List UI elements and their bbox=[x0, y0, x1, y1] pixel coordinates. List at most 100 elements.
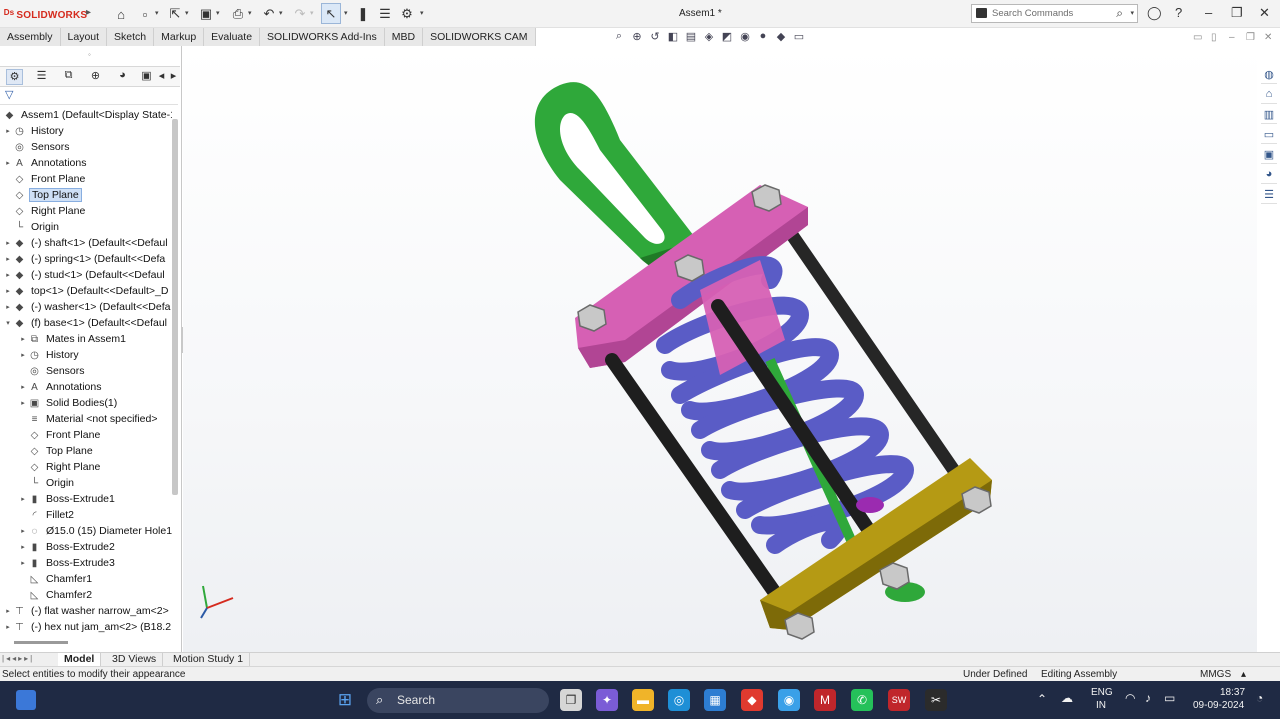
status-units[interactable]: MMGS bbox=[1200, 669, 1231, 680]
tree-item[interactable]: ◇ Top Plane bbox=[3, 187, 82, 203]
dynamic-annotation-icon[interactable]: ▤ bbox=[684, 30, 698, 43]
tree-item[interactable]: ▸ ▮ Boss-Extrude1 bbox=[18, 491, 117, 507]
hide-show-icon[interactable]: ◉ bbox=[738, 30, 752, 43]
start-icon[interactable]: ⊞ bbox=[334, 689, 356, 711]
tree-item[interactable]: ▸ ◆ (-) washer<1> (Default<<Defa bbox=[3, 299, 172, 315]
tree-root[interactable]: ◆ Assem1 (Default<Display State-1 bbox=[3, 107, 172, 123]
home-pane-icon[interactable]: ⌂ bbox=[1261, 88, 1277, 104]
tab-layout[interactable]: Layout bbox=[60, 28, 108, 46]
expand-arrow-icon[interactable]: ▸ bbox=[18, 383, 28, 391]
snipping-tool-icon[interactable]: ✂ bbox=[925, 689, 947, 711]
redo-dropdown-icon[interactable]: ▾ bbox=[310, 9, 314, 17]
custom-properties-icon[interactable]: ☰ bbox=[1261, 188, 1277, 204]
tree-item[interactable]: ▸ ⧉ Mates in Assem1 bbox=[18, 331, 128, 347]
tree-item[interactable]: ▸ ⊤ (-) hex nut jam_am<2> (B18.2. bbox=[3, 619, 172, 633]
doc-minimize-icon[interactable]: ▭ bbox=[1193, 32, 1202, 43]
minimize-icon[interactable]: – bbox=[1205, 5, 1212, 20]
panel-splitter[interactable]: ◦ bbox=[88, 50, 91, 59]
whatsapp-icon[interactable]: ✆ bbox=[851, 689, 873, 711]
expand-arrow-icon[interactable]: ▸ bbox=[3, 159, 13, 167]
mcafee-icon[interactable]: M bbox=[814, 689, 836, 711]
tab-model[interactable]: Model bbox=[58, 653, 102, 667]
feature-manager-tab-icon[interactable]: ⚙ bbox=[6, 69, 23, 85]
tree-item[interactable]: ◇ Front Plane bbox=[18, 427, 102, 443]
tree-item[interactable]: ▸ ▣ Solid Bodies(1) bbox=[18, 395, 119, 411]
resources-icon[interactable]: ◍ bbox=[1261, 68, 1277, 84]
zoom-to-fit-icon[interactable]: ⌕ bbox=[612, 30, 626, 43]
home-icon[interactable]: ⌂ bbox=[112, 5, 130, 23]
expand-arrow-icon[interactable]: ▸ bbox=[3, 255, 13, 263]
tree-item[interactable]: ▸ ◆ (-) spring<1> (Default<<Defa bbox=[3, 251, 167, 267]
copilot-icon[interactable]: ✦ bbox=[596, 689, 618, 711]
file-explorer-icon[interactable]: ▬ bbox=[632, 689, 654, 711]
tab-assembly[interactable]: Assembly bbox=[0, 28, 61, 46]
tree-item[interactable]: ▸ ◆ (-) stud<1> (Default<<Defaul bbox=[3, 267, 167, 283]
filter-icon[interactable]: ▽ bbox=[5, 88, 13, 101]
tab-cam[interactable]: SOLIDWORKS CAM bbox=[423, 28, 536, 46]
view-orientation-icon[interactable]: ◈ bbox=[702, 30, 716, 43]
design-library-icon[interactable]: ▥ bbox=[1261, 108, 1277, 124]
undo-dropdown-icon[interactable]: ▾ bbox=[279, 9, 283, 17]
tab-evaluate[interactable]: Evaluate bbox=[204, 28, 261, 46]
tree-item[interactable]: ◇ Top Plane bbox=[18, 443, 95, 459]
open-icon[interactable]: ⇱ bbox=[166, 5, 184, 23]
tree-vertical-scrollbar[interactable] bbox=[172, 119, 178, 495]
redo-icon[interactable]: ↷ bbox=[291, 5, 309, 23]
solidworks-logo[interactable]: ᴰˢ SOLIDWORKS bbox=[4, 7, 87, 21]
taskbar-search[interactable]: ⌕ Search bbox=[367, 688, 549, 713]
property-manager-tab-icon[interactable]: ☰ bbox=[33, 69, 50, 85]
tree-item[interactable]: └ Origin bbox=[3, 219, 61, 235]
doc-restore-icon[interactable]: ❐ bbox=[1246, 32, 1255, 43]
expand-arrow-icon[interactable]: ▸ bbox=[18, 559, 28, 567]
user-account-icon[interactable]: ◯ bbox=[1147, 5, 1162, 21]
new-document-icon[interactable]: ▫ bbox=[136, 5, 154, 23]
tree-item[interactable]: ▸ ◆ top<1> (Default<<Default>_D bbox=[3, 283, 170, 299]
options-gear-icon[interactable]: ⚙ bbox=[398, 5, 416, 23]
expand-arrow-icon[interactable]: ▾ bbox=[3, 319, 13, 327]
solidworks-taskbar-icon[interactable]: SW bbox=[888, 689, 910, 711]
select-dropdown-icon[interactable]: ▾ bbox=[344, 9, 348, 17]
save-icon[interactable]: ▣ bbox=[197, 5, 215, 23]
tree-horizontal-scrollbar[interactable] bbox=[14, 641, 68, 644]
tree-item[interactable]: ◇ Front Plane bbox=[3, 171, 87, 187]
tab-addins[interactable]: SOLIDWORKS Add-Ins bbox=[260, 28, 385, 46]
tree-item[interactable]: ▸ ⊤ (-) flat washer narrow_am<2> bbox=[3, 603, 171, 619]
doc-tile-icon[interactable]: ▯ bbox=[1211, 32, 1217, 43]
expand-arrow-icon[interactable]: ▸ bbox=[18, 335, 28, 343]
open-dropdown-icon[interactable]: ▾ bbox=[185, 9, 189, 17]
store-icon[interactable]: ▦ bbox=[704, 689, 726, 711]
tree-item[interactable]: ◺ Chamfer2 bbox=[18, 587, 94, 603]
clock-date[interactable]: 09-09-2024 bbox=[1193, 700, 1244, 711]
expand-arrow-icon[interactable]: ▸ bbox=[3, 127, 13, 135]
view-palette-icon[interactable]: ▣ bbox=[1261, 148, 1277, 164]
tab-3d-views[interactable]: 3D Views bbox=[106, 653, 164, 667]
tree-item[interactable]: ▸ ◷ History bbox=[3, 123, 66, 139]
restore-icon[interactable]: ❐ bbox=[1231, 5, 1243, 21]
close-icon[interactable]: ✕ bbox=[1259, 5, 1270, 21]
search-icon[interactable]: ⌕ bbox=[1116, 6, 1123, 21]
new-dropdown-icon[interactable]: ▾ bbox=[155, 9, 159, 17]
tree-item[interactable]: ▸ ◌ Ø15.0 (15) Diameter Hole1 bbox=[18, 523, 172, 539]
expand-arrow-icon[interactable]: ▸ bbox=[18, 399, 28, 407]
options-dropdown-icon[interactable]: ▾ bbox=[420, 9, 424, 17]
edit-appearance-icon[interactable]: ● bbox=[756, 30, 770, 43]
expand-arrow-icon[interactable]: ▸ bbox=[18, 495, 28, 503]
section-view-icon[interactable]: ◧ bbox=[666, 30, 680, 43]
save-dropdown-icon[interactable]: ▾ bbox=[216, 9, 220, 17]
edge-icon[interactable]: ◎ bbox=[668, 689, 690, 711]
onedrive-icon[interactable]: ☁ bbox=[1061, 691, 1073, 705]
app-red-icon[interactable]: ◆ bbox=[741, 689, 763, 711]
tabs-right-arrow-icon[interactable]: ▸ bbox=[165, 69, 182, 85]
tab-motion-study[interactable]: Motion Study 1 bbox=[167, 653, 251, 667]
expand-arrow-icon[interactable]: ▸ bbox=[18, 527, 28, 535]
graphics-area[interactable] bbox=[183, 46, 1257, 652]
tree-item[interactable]: ◜ Fillet2 bbox=[18, 507, 76, 523]
tab-mbd[interactable]: MBD bbox=[384, 28, 424, 46]
configuration-manager-tab-icon[interactable]: ⧉ bbox=[60, 69, 77, 85]
volume-icon[interactable]: ♪ bbox=[1145, 691, 1151, 705]
previous-view-icon[interactable]: ↺ bbox=[648, 30, 662, 43]
tree-item[interactable]: ◇ Right Plane bbox=[3, 203, 87, 219]
print-dropdown-icon[interactable]: ▾ bbox=[248, 9, 252, 17]
units-dropdown-icon[interactable]: ▴ bbox=[1241, 669, 1246, 680]
widgets-icon[interactable] bbox=[16, 690, 36, 710]
